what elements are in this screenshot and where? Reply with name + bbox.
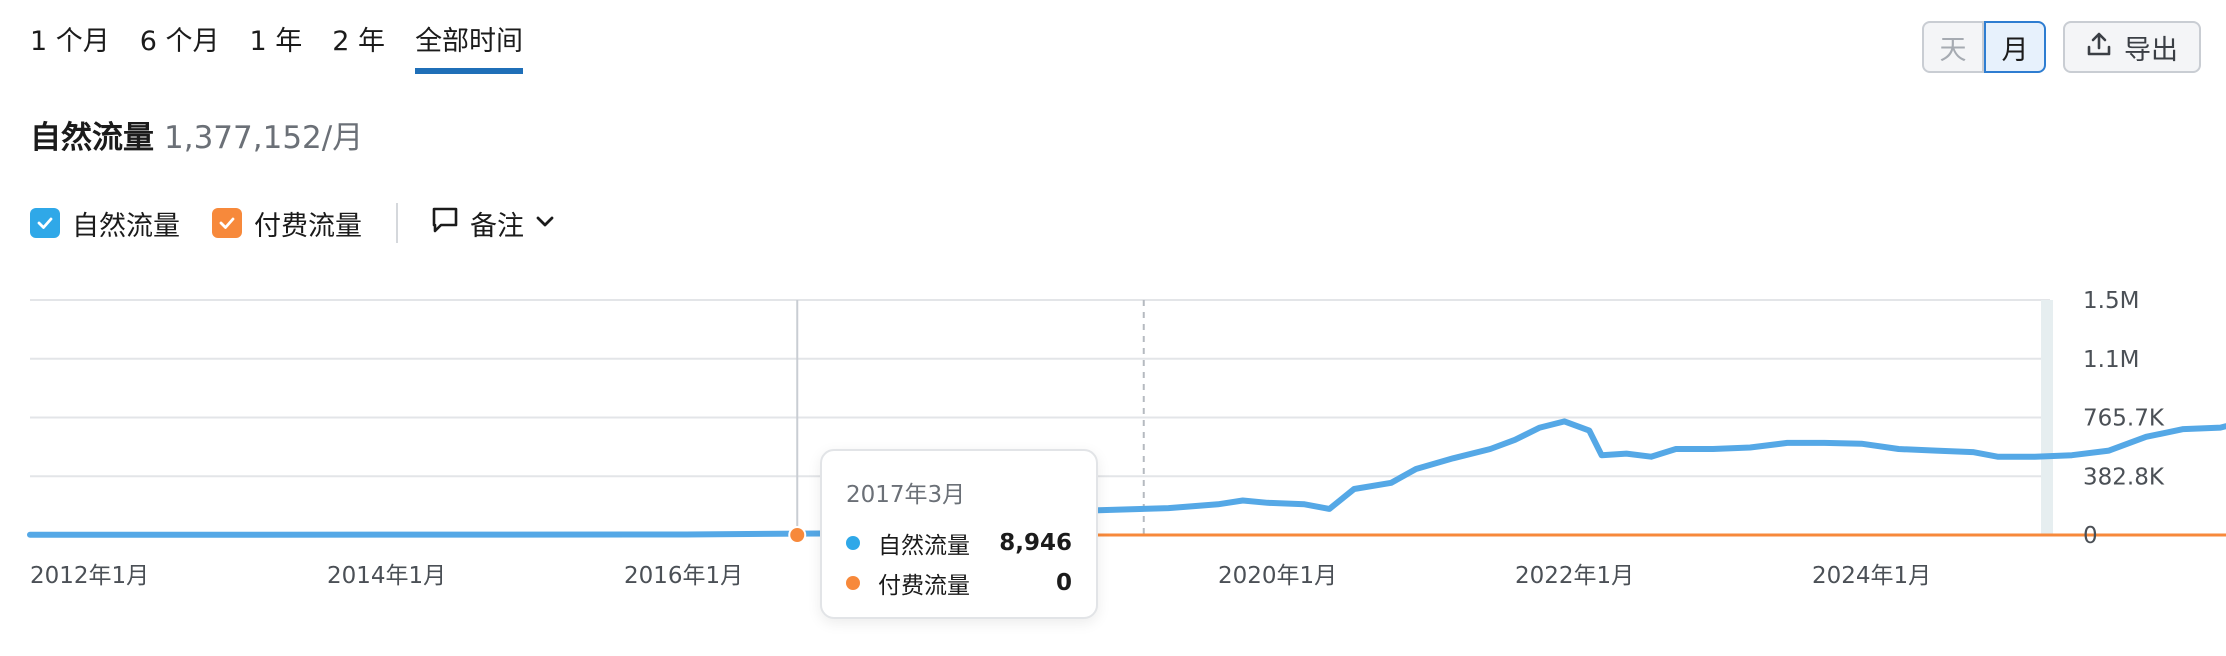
y-axis-ticks: 0 382.8K 765.7K 1.1M 1.5M (2083, 288, 2165, 549)
month-button[interactable]: 月 (1984, 21, 2046, 73)
notes-label: 备注 (470, 210, 524, 242)
tab-all-time[interactable]: 全部时间 (415, 26, 524, 75)
checkbox-checked-icon[interactable] (30, 208, 60, 238)
y-tick-label: 382.8K (2083, 464, 2165, 490)
y-tick-label: 1.1M (2083, 347, 2139, 373)
x-tick-label: 2020年1月 (1218, 563, 1337, 589)
legend-divider (396, 203, 398, 243)
traffic-line-chart: 0 382.8K 765.7K 1.1M 1.5M 2012年1月 2014年1月 2016… (27, 288, 2226, 589)
tooltip-value: 8,946 (999, 530, 1072, 556)
comment-icon (430, 205, 460, 242)
legend-label-organic: 自然流量 (72, 210, 180, 242)
chevron-down-icon (534, 208, 556, 239)
tab-6-months[interactable]: 6 个月 (140, 26, 220, 74)
time-range-tabs: 1 个月 6 个月 1 年 2 年 全部时间 (30, 26, 553, 75)
x-tick-label: 2014年1月 (327, 563, 446, 589)
export-button[interactable]: 导出 (2063, 21, 2201, 73)
day-button[interactable]: 天 (1922, 21, 1984, 73)
x-tick-label: 2012年1月 (30, 563, 149, 589)
tooltip-name: 自然流量 (878, 533, 970, 559)
legend-item-paid[interactable]: 付费流量 (212, 204, 362, 243)
metric-name: 自然流量 (30, 120, 154, 156)
x-tick-label: 2024年1月 (1812, 563, 1931, 589)
tab-2-years[interactable]: 2 年 (332, 26, 385, 74)
tooltip-name: 付费流量 (878, 573, 970, 599)
metric-value: 1,377,152/月 (164, 120, 364, 156)
tab-1-year[interactable]: 1 年 (250, 26, 303, 74)
chart-legend: 自然流量 付费流量 备注 (30, 203, 556, 243)
y-tick-label: 0 (2083, 523, 2098, 549)
chart-tooltip: 2017年3月 自然流量 8,946 付费流量 0 (820, 449, 1098, 619)
y-tick-label: 765.7K (2083, 406, 2165, 432)
export-label: 导出 (2124, 34, 2178, 66)
x-tick-label: 2016年1月 (624, 563, 743, 589)
x-tick-label: 2022年1月 (1515, 563, 1634, 589)
legend-label-paid: 付费流量 (254, 210, 362, 242)
tooltip-value: 0 (1055, 570, 1072, 596)
tooltip-row-paid: 付费流量 0 (846, 563, 1072, 603)
checkbox-checked-icon[interactable] (212, 208, 242, 238)
chart-edge-band (2041, 300, 2053, 535)
legend-item-organic[interactable]: 自然流量 (30, 204, 180, 243)
tooltip-row-organic: 自然流量 8,946 (846, 523, 1072, 563)
upload-icon (2086, 31, 2112, 64)
paid-dot-icon (846, 576, 860, 590)
notes-dropdown[interactable]: 备注 (430, 204, 556, 243)
organic-dot-icon (846, 536, 860, 550)
tab-1-month[interactable]: 1 个月 (30, 26, 110, 74)
y-tick-label: 1.5M (2083, 288, 2139, 314)
tooltip-date: 2017年3月 (846, 482, 966, 508)
granularity-toggle: 天 月 (1922, 21, 2046, 73)
metric-summary: 自然流量 1,377,152/月 (30, 118, 363, 158)
hover-point (788, 526, 807, 544)
